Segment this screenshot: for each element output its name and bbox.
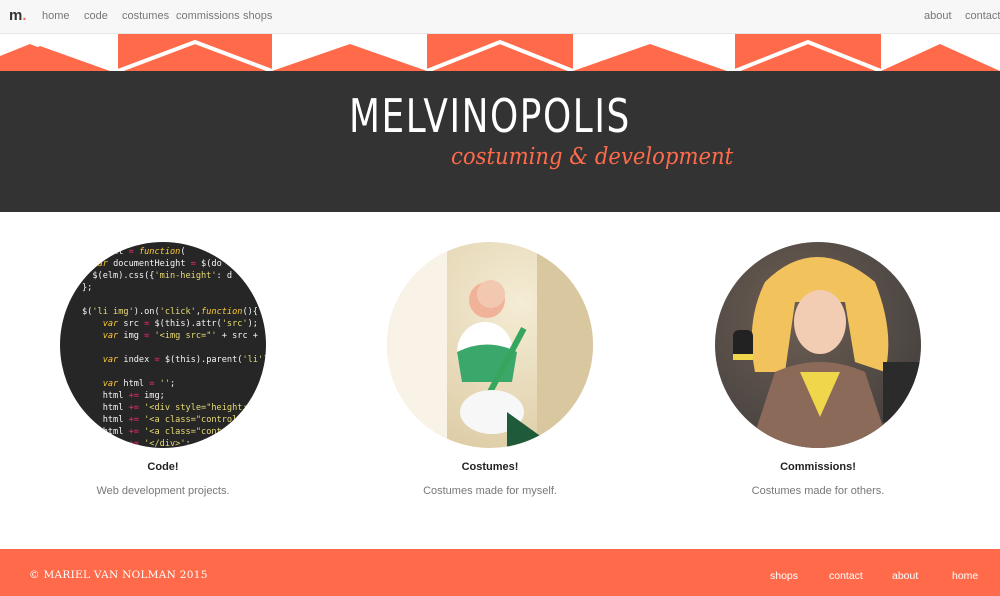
costumes-image[interactable] [387,242,593,448]
nav-link-code[interactable]: code [84,10,108,22]
feature-costumes: Costumes! Costumes made for myself. [360,242,620,497]
nav-link-home[interactable]: home [42,10,70,22]
site-title: MELVINOPOLIS [349,89,631,143]
code-line: var documentHeight = $(do [92,259,222,269]
code-line: var img = '<img src="' + src + '" [102,331,266,341]
code-image[interactable]: height = function( var documentHeight = … [60,242,266,448]
nav-link-costumes[interactable]: costumes [122,10,169,22]
code-line: $('li img').on('click',function(){ [82,307,258,317]
nav-link-commissions[interactable]: commissions [176,10,240,22]
nav-link-about[interactable]: about [924,10,952,22]
chevron-pattern [0,34,1000,71]
code-line: height = function( [82,247,186,257]
footer-link-home[interactable]: home [952,570,978,582]
code-line: html += '<a class="controls [82,427,243,437]
feature-commissions: Commissions! Costumes made for others. [688,242,948,497]
nav-link-contact[interactable]: contact [965,10,1000,22]
code-line: html += '</div>'; [82,439,191,448]
code-line: var src = $(this).attr('src'); [102,319,258,329]
feature-code-title: Code! [147,461,179,473]
site-tagline: costuming & development [451,144,734,170]
costume-photo-illustration [387,242,593,448]
brand-letter: m [9,7,23,24]
code-line: html += '<a class="controls [82,415,243,425]
code-line: html += img; [82,391,165,401]
code-line: }; [82,283,93,293]
feature-commissions-title: Commissions! [780,461,856,473]
feature-costumes-title: Costumes! [461,461,519,473]
code-line: var html = ''; [102,379,176,389]
hero-banner: MELVINOPOLIS costuming & development [0,71,1000,212]
brand-logo[interactable]: m. [9,7,27,24]
feature-costumes-description: Costumes made for myself. [423,485,557,497]
nav-link-shops[interactable]: shops [243,10,272,22]
commission-photo-illustration [733,257,921,448]
feature-code: height = function( var documentHeight = … [33,242,293,497]
code-line: var index = $(this).parent('li'). [102,355,266,365]
code-line: $(elm).css({'min-height': d [82,271,233,281]
commissions-image[interactable] [715,242,921,448]
feature-commissions-description: Costumes made for others. [751,485,885,497]
footer-link-shops[interactable]: shops [770,570,798,582]
footer-link-contact[interactable]: contact [829,570,863,582]
footer-link-about[interactable]: about [892,570,918,582]
chevron-banner [0,34,1000,71]
top-navbar: m. home code costumes commissions shops … [0,0,1000,34]
footer: © MARIEL VAN NOLMAN 2015 shops contact a… [0,549,1000,596]
copyright-text: © MARIEL VAN NOLMAN 2015 [29,569,208,581]
code-line: html += '<div style="height:25 [82,403,258,413]
feature-code-description: Web development projects. [96,485,230,497]
brand-dot: . [22,7,27,24]
